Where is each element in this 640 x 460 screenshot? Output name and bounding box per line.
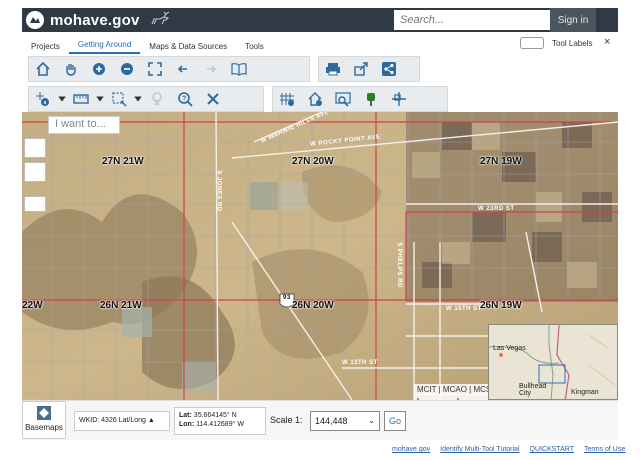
share-icon[interactable]: [375, 58, 403, 80]
lon-value: 114.412689° W: [196, 421, 244, 428]
home-icon[interactable]: [29, 58, 57, 80]
cursor-coordinates: Lat: 35.664145° N Lon: 114.412689° W: [174, 407, 266, 435]
township-label: 27N 20W: [292, 156, 334, 167]
road-label: W 23RD ST: [478, 206, 515, 212]
previous-extent-icon[interactable]: [169, 58, 197, 80]
county-seal-icon: [26, 11, 44, 29]
zoom-out-icon[interactable]: [113, 58, 141, 80]
tool-labels-toggle[interactable]: [520, 37, 544, 49]
output-toolbar: [318, 56, 420, 82]
menu-tabs: Projects Getting Around Maps & Data Sour…: [22, 36, 618, 54]
measure-dropdown-icon[interactable]: [95, 88, 105, 110]
coordinate-system-select[interactable]: WKID: 4326 Lat/Long ▲: [74, 411, 170, 431]
site-header: mohave.gov Sign in: [22, 8, 618, 32]
next-extent-icon[interactable]: [197, 58, 225, 80]
close-icon[interactable]: ×: [604, 36, 610, 48]
full-extent-icon[interactable]: [141, 58, 169, 80]
clear-icon[interactable]: [199, 88, 227, 110]
svg-text:?: ?: [182, 96, 186, 103]
township-label: 22W: [22, 300, 43, 311]
minimap-label: Bullhead City: [519, 383, 547, 397]
search-input[interactable]: [394, 10, 572, 30]
map-footer: Basemaps WKID: 4326 Lat/Long ▲ Lat: 35.6…: [22, 400, 618, 440]
wkid-label: WKID: 4326 Lat/Long: [79, 417, 146, 424]
tab-projects[interactable]: Projects: [22, 42, 69, 54]
map-extent-button[interactable]: [24, 196, 46, 212]
lon-label: Lon:: [179, 421, 195, 428]
tool-labels-label: Tool Labels: [552, 39, 593, 48]
identify-dropdown-icon[interactable]: [57, 88, 67, 110]
app-frame: mohave.gov Sign in Projects Getting Arou…: [0, 0, 640, 460]
lightbulb-icon[interactable]: [143, 88, 171, 110]
pan-hand-icon[interactable]: [57, 58, 85, 80]
tab-getting-around[interactable]: Getting Around: [68, 40, 141, 54]
i-want-to-input[interactable]: I want to...: [48, 116, 120, 134]
road-label: W 15TH ST: [446, 306, 482, 312]
township-label: 27N 19W: [480, 156, 522, 167]
link-quickstart[interactable]: QUICKSTART: [530, 446, 574, 453]
scale-value: 144,448: [315, 416, 348, 426]
navigation-toolbar: [28, 56, 310, 82]
chevron-down-icon: ⌄: [368, 416, 375, 425]
zoom-in-icon[interactable]: [85, 58, 113, 80]
link-mohave[interactable]: mohave.gov: [392, 446, 430, 453]
map-view[interactable]: I want to... 27N 21W 27N 20W 27N 19W 26N…: [22, 112, 618, 400]
identify-icon[interactable]: [29, 88, 57, 110]
road-label: S PHELPS RD: [395, 242, 402, 288]
lat-value: 35.664145° N: [193, 412, 237, 419]
wkid-up-arrow-icon: ▲: [147, 417, 155, 424]
lat-label: Lat:: [179, 412, 192, 419]
basemaps-button[interactable]: Basemaps: [22, 401, 66, 439]
sign-in-button[interactable]: Sign in: [550, 8, 596, 32]
site-brand[interactable]: mohave.gov: [50, 12, 140, 29]
print-icon[interactable]: [319, 58, 347, 80]
elk-logo-icon: [151, 11, 169, 25]
address-home-icon[interactable]: [301, 88, 329, 110]
layer-toolbar: [272, 86, 448, 112]
tab-tools[interactable]: Tools: [236, 42, 273, 54]
marker-pin-icon[interactable]: [357, 88, 385, 110]
township-label: 27N 21W: [102, 156, 144, 167]
overview-minimap[interactable]: Las Vegas Bullhead City Kingman: [488, 324, 618, 400]
basemaps-icon: [37, 406, 51, 420]
scale-select[interactable]: 144,448 ⌄: [310, 411, 380, 431]
parcel-grid-icon[interactable]: [273, 88, 301, 110]
help-search-icon[interactable]: ?: [171, 88, 199, 110]
township-label: 26N 20W: [292, 300, 334, 311]
bookmarks-icon[interactable]: [225, 58, 253, 80]
minimap-label: Las Vegas: [493, 345, 526, 352]
export-icon[interactable]: [347, 58, 375, 80]
map-zoom-out-button[interactable]: [24, 162, 46, 182]
tab-maps-data-sources[interactable]: Maps & Data Sources: [140, 42, 236, 54]
map-zoom-in-button[interactable]: [24, 138, 46, 158]
basemaps-label: Basemaps: [25, 423, 63, 432]
link-identify-tutorial[interactable]: Identify Multi-Tool Tutorial: [440, 446, 519, 453]
highway-shield-number: 93: [283, 295, 291, 301]
identify-toolbar: ?: [28, 86, 264, 112]
select-dropdown-icon[interactable]: [133, 88, 143, 110]
footer-links: mohave.gov Identify Multi-Tool Tutorial …: [392, 446, 625, 453]
township-label: 26N 21W: [100, 300, 142, 311]
scale-label: Scale 1:: [270, 415, 303, 425]
coordinate-locator-icon[interactable]: [385, 88, 413, 110]
township-label: 26N 19W: [480, 300, 522, 311]
go-button[interactable]: Go: [384, 411, 406, 431]
measure-icon[interactable]: [67, 88, 95, 110]
select-area-icon[interactable]: [105, 88, 133, 110]
street-view-icon[interactable]: [329, 88, 357, 110]
map-zoom-controls: [24, 138, 46, 228]
road-label: W 13TH ST: [342, 360, 378, 366]
road-label: S JONES RD: [215, 170, 222, 212]
minimap-label: Kingman: [571, 389, 599, 396]
link-terms[interactable]: Terms of Use: [584, 446, 625, 453]
